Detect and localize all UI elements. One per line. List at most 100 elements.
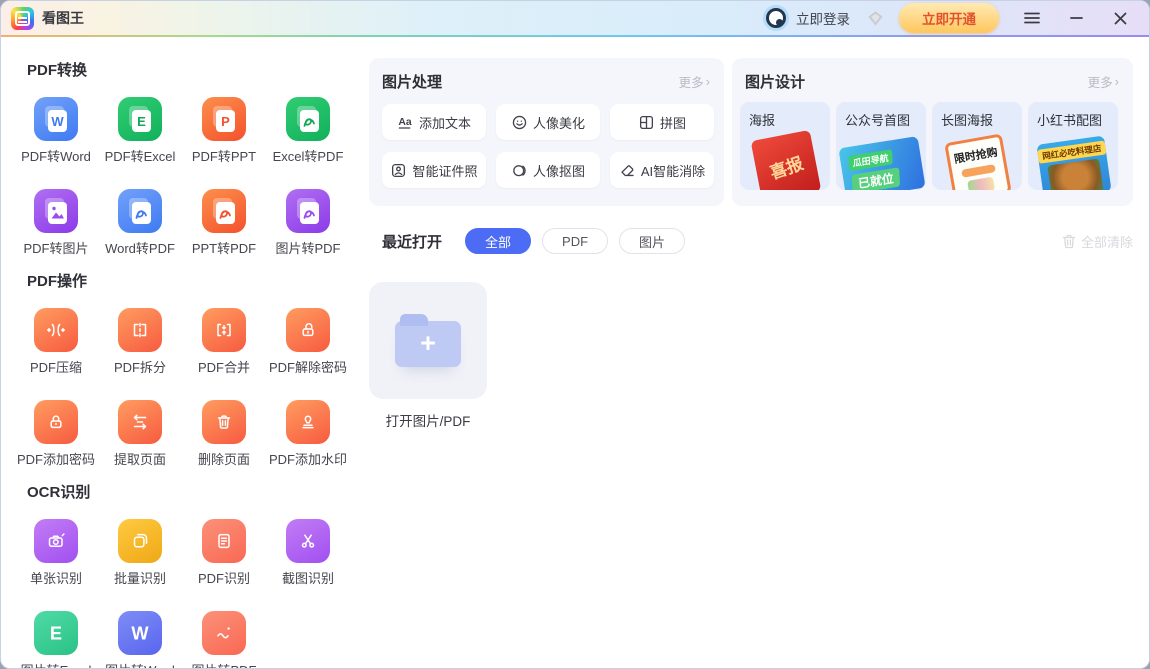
image-design-title: 图片设计 <box>745 71 805 92</box>
image-processing-more-link[interactable]: 更多› <box>679 72 710 91</box>
image-wave-icon <box>202 611 246 655</box>
collage-button[interactable]: 拼图 <box>610 104 714 140</box>
lock-icon <box>34 400 78 444</box>
pdf-doc-icon <box>286 97 330 141</box>
letter-e-icon: E <box>34 611 78 655</box>
login-button[interactable]: 立即登录 <box>796 8 850 28</box>
poster-thumbnail: 喜报 <box>751 130 822 190</box>
design-card-title: 公众号首图 <box>836 102 926 129</box>
minimize-button[interactable] <box>1061 5 1091 31</box>
excel-doc-icon: E <box>118 97 162 141</box>
id-photo-icon <box>390 162 407 179</box>
sidebar-item-label: 图片转PDF <box>191 660 256 669</box>
tool-label: 智能证件照 <box>412 161 477 180</box>
sidebar-item-word-to-pdf[interactable]: Word转PDF <box>98 189 182 257</box>
id-photo-button[interactable]: 智能证件照 <box>382 152 486 188</box>
upgrade-button[interactable]: 立即开通 <box>899 3 999 33</box>
add-text-button[interactable]: Aa 添加文本 <box>382 104 486 140</box>
sidebar-item-batch-ocr[interactable]: 批量识别 <box>98 519 182 587</box>
vip-diamond-icon[interactable] <box>866 10 885 27</box>
design-card-poster[interactable]: 海报喜报 <box>740 102 830 190</box>
sidebar-item-image-to-pdf-ocr[interactable]: 图片转PDF <box>182 611 266 669</box>
word-doc-icon: W <box>34 97 78 141</box>
sidebar-item-label: PDF压缩 <box>30 357 82 376</box>
sidebar-item-excel-to-pdf[interactable]: Excel转PDF <box>266 97 350 165</box>
face-icon <box>511 114 528 131</box>
design-card-long-poster[interactable]: 长图海报限时抢购 <box>932 102 1022 190</box>
pdf-doc-icon <box>118 189 162 233</box>
sidebar-item-label: PDF转Excel <box>105 146 176 165</box>
app-window: 看图王 立即登录 立即开通 PDF转换 <box>0 0 1150 669</box>
sidebar-section-title: PDF操作 <box>27 270 369 291</box>
svg-text:E: E <box>137 114 146 129</box>
sidebar-item-ppt-to-pdf[interactable]: PPT转PDF <box>182 189 266 257</box>
sidebar-item-label: 删除页面 <box>198 449 250 468</box>
title-bar: 看图王 立即登录 立即开通 <box>1 1 1149 35</box>
svg-text:W: W <box>131 624 149 644</box>
portrait-beautify-button[interactable]: 人像美化 <box>496 104 600 140</box>
image-design-more-link[interactable]: 更多› <box>1088 72 1119 91</box>
ai-erase-button[interactable]: AI智能消除 <box>610 152 714 188</box>
menu-icon[interactable] <box>1017 5 1047 31</box>
sidebar-item-label: PDF解除密码 <box>269 357 347 376</box>
image-processing-panel: 图片处理 更多› Aa 添加文本 人像美化拼图智能证件照人像抠图 AI智能消除 <box>369 58 724 206</box>
split-icon <box>118 308 162 352</box>
batch-scan-icon <box>118 519 162 563</box>
pdf-doc-icon <box>202 189 246 233</box>
sidebar-item-label: 图片转Excel <box>21 660 92 669</box>
image-design-panel: 图片设计 更多› 海报喜报公众号首图瓜田导航已就位长图海报限时抢购小红书配图网红… <box>732 58 1133 206</box>
tool-label: 添加文本 <box>419 113 471 132</box>
letter-w-icon: W <box>118 611 162 655</box>
user-avatar[interactable] <box>766 8 786 28</box>
svg-text:P: P <box>221 114 230 129</box>
sidebar-item-label: 批量识别 <box>114 568 166 587</box>
clear-all-button[interactable]: 全部清除 <box>1062 232 1133 251</box>
recent-tab-all[interactable]: 全部 <box>465 228 531 254</box>
sidebar-item-pdf-ocr[interactable]: PDF识别 <box>182 519 266 587</box>
recent-tab-image[interactable]: 图片 <box>619 228 685 254</box>
sidebar-item-pdf-watermark[interactable]: PDF添加水印 <box>266 400 350 468</box>
open-file-card[interactable]: + <box>369 282 487 399</box>
doc-scan-icon <box>202 519 246 563</box>
chevron-right-icon: › <box>706 75 710 88</box>
design-card-title: 长图海报 <box>932 102 1022 129</box>
scissors-icon <box>286 519 330 563</box>
design-card-xhs-image[interactable]: 小红书配图网红必吃料理店 <box>1028 102 1118 190</box>
image-doc-icon <box>34 189 78 233</box>
sidebar-item-pdf-compress[interactable]: PDF压缩 <box>14 308 98 376</box>
recent-tab-pdf[interactable]: PDF <box>542 228 608 254</box>
sidebar-item-screenshot-ocr[interactable]: 截图识别 <box>266 519 350 587</box>
sidebar-section-title: PDF转换 <box>27 59 369 80</box>
sidebar-item-extract-pages[interactable]: 提取页面 <box>98 400 182 468</box>
compress-icon <box>34 308 78 352</box>
sidebar-item-delete-pages[interactable]: 删除页面 <box>182 400 266 468</box>
sidebar-item-pdf-to-ppt[interactable]: PPDF转PPT <box>182 97 266 165</box>
sidebar-item-label: Excel转PDF <box>273 146 344 165</box>
merge-icon <box>202 308 246 352</box>
sidebar-item-pdf-remove-password[interactable]: PDF解除密码 <box>266 308 350 376</box>
chevron-right-icon: › <box>1115 75 1119 88</box>
sidebar-item-pdf-to-excel[interactable]: E PDF转Excel <box>98 97 182 165</box>
long-poster-thumbnail: 限时抢购 <box>944 133 1012 190</box>
sidebar-item-pdf-split[interactable]: PDF拆分 <box>98 308 182 376</box>
design-card-wechat-cover[interactable]: 公众号首图瓜田导航已就位 <box>836 102 926 190</box>
sidebar-item-label: PDF添加密码 <box>17 449 95 468</box>
wechat-cover-thumbnail: 瓜田导航已就位 <box>838 136 925 190</box>
sidebar-item-pdf-add-password[interactable]: PDF添加密码 <box>14 400 98 468</box>
pdf-doc-icon <box>286 189 330 233</box>
image-processing-title: 图片处理 <box>382 71 442 92</box>
recent-title: 最近打开 <box>382 231 442 252</box>
app-title: 看图王 <box>42 8 84 28</box>
svg-text:E: E <box>50 624 62 644</box>
sidebar-item-image-to-pdf[interactable]: 图片转PDF <box>266 189 350 257</box>
sidebar-item-pdf-to-image[interactable]: PDF转图片 <box>14 189 98 257</box>
close-button[interactable] <box>1105 5 1135 31</box>
sidebar-item-single-ocr[interactable]: 单张识别 <box>14 519 98 587</box>
sidebar-item-pdf-to-word[interactable]: WPDF转Word <box>14 97 98 165</box>
sidebar-item-pdf-merge[interactable]: PDF合并 <box>182 308 266 376</box>
svg-text:Aa: Aa <box>398 116 411 127</box>
sidebar-item-image-to-word[interactable]: W图片转Word <box>98 611 182 669</box>
sidebar-item-image-to-excel[interactable]: E 图片转Excel <box>14 611 98 669</box>
sidebar-item-label: PDF添加水印 <box>269 449 347 468</box>
portrait-cutout-button[interactable]: 人像抠图 <box>496 152 600 188</box>
